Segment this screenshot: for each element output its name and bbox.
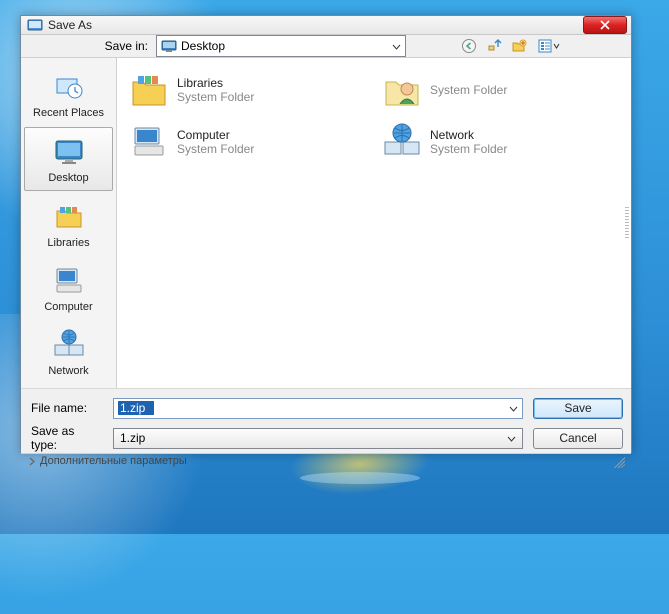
user-folder-icon [380, 68, 424, 112]
resize-grip-icon[interactable] [611, 454, 625, 468]
sidebar-item-label: Recent Places [33, 107, 104, 119]
sidebar-item-label: Network [48, 365, 88, 377]
sidebar-item-desktop[interactable]: Desktop [24, 127, 113, 191]
libraries-icon [51, 199, 87, 235]
file-item-network[interactable]: Network System Folder [378, 118, 623, 166]
sidebar-item-computer[interactable]: Computer [24, 257, 113, 319]
save-in-value: Desktop [181, 39, 225, 53]
save-type-label: Save as type: [29, 424, 103, 452]
sidebar-item-label: Libraries [47, 237, 89, 249]
save-in-label: Save in: [97, 39, 152, 53]
new-folder-button[interactable] [508, 35, 530, 57]
views-button[interactable] [533, 35, 565, 57]
sidebar-item-label: Desktop [48, 172, 88, 184]
statusbar: Дополнительные параметры [21, 453, 631, 468]
file-item-computer[interactable]: Computer System Folder [125, 118, 370, 166]
network-folder-icon [380, 120, 424, 164]
cancel-button[interactable]: Cancel [533, 428, 623, 449]
up-button[interactable] [483, 35, 505, 57]
save-in-combo[interactable]: Desktop [156, 35, 406, 57]
file-item-user[interactable]: System Folder [378, 66, 623, 114]
save-as-dialog: Save As Save in: Desktop [20, 15, 632, 453]
computer-folder-icon [127, 120, 171, 164]
expand-chevron-icon[interactable] [27, 456, 38, 467]
app-icon [27, 17, 43, 33]
save-type-combo[interactable]: 1.zip [113, 428, 523, 449]
computer-icon [51, 263, 87, 299]
chevron-down-icon [392, 42, 401, 51]
sidebar-item-network[interactable]: Network [24, 321, 113, 383]
bottom-form: File name: Save Save as type: 1.zip Canc… [21, 388, 631, 453]
save-button[interactable]: Save [533, 398, 623, 419]
save-type-value: 1.zip [120, 431, 145, 445]
file-name-combo[interactable] [113, 398, 523, 419]
pane-resize-handle[interactable] [615, 58, 631, 388]
network-icon [51, 327, 87, 363]
places-sidebar: Recent Places Desktop Libraries Computer [21, 58, 117, 388]
back-button[interactable] [458, 35, 480, 57]
file-area: Libraries System Folder System Folder [117, 58, 631, 388]
expand-options-link[interactable]: Дополнительные параметры [40, 455, 187, 467]
desktop-icon [51, 134, 87, 170]
close-button[interactable] [583, 16, 627, 34]
chevron-down-icon[interactable] [509, 404, 518, 413]
chevron-down-icon [507, 434, 516, 443]
libraries-folder-icon [127, 68, 171, 112]
sidebar-item-recent-places[interactable]: Recent Places [24, 63, 113, 125]
file-item-libraries[interactable]: Libraries System Folder [125, 66, 370, 114]
toolbar: Save in: Desktop [21, 35, 631, 57]
window-title: Save As [48, 18, 583, 32]
sidebar-item-libraries[interactable]: Libraries [24, 193, 113, 255]
file-name-input[interactable] [118, 401, 154, 415]
recent-places-icon [51, 69, 87, 105]
file-name-label: File name: [29, 401, 103, 415]
sidebar-item-label: Computer [44, 301, 92, 313]
titlebar: Save As [21, 16, 631, 35]
